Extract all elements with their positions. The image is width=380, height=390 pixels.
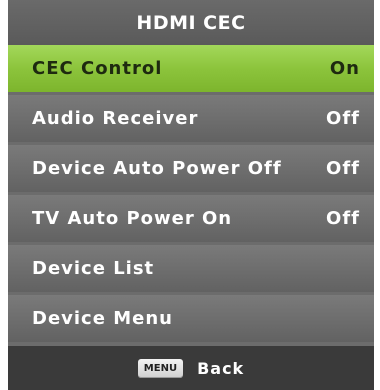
menu-item-label: Device Auto Power Off [32, 158, 282, 179]
menu-item-device-menu[interactable]: Device Menu [8, 295, 374, 342]
menu-item-value: Off [326, 158, 360, 179]
back-label: Back [197, 358, 245, 378]
menu-item-label: Device List [32, 258, 155, 279]
footer-bar: MENU Back [8, 346, 374, 390]
menu-item-value: Off [326, 208, 360, 229]
menu-item-value: On [329, 58, 360, 79]
menu-item-audio-receiver[interactable]: Audio Receiver Off [8, 95, 374, 142]
menu-item-cec-control[interactable]: CEC Control On [8, 45, 374, 92]
menu-item-value: Off [326, 108, 360, 129]
hdmi-cec-menu: HDMI CEC CEC Control On Audio Receiver O… [8, 0, 374, 390]
menu-item-tv-auto-power-on[interactable]: TV Auto Power On Off [8, 195, 374, 242]
menu-list: CEC Control On Audio Receiver Off Device… [8, 45, 374, 345]
menu-item-label: TV Auto Power On [32, 208, 233, 229]
menu-key-icon[interactable]: MENU [137, 358, 184, 378]
menu-item-label: CEC Control [32, 58, 163, 79]
page-title: HDMI CEC [8, 0, 374, 45]
menu-item-device-auto-power-off[interactable]: Device Auto Power Off Off [8, 145, 374, 192]
menu-item-label: Device Menu [32, 308, 173, 329]
menu-item-device-list[interactable]: Device List [8, 245, 374, 292]
menu-item-label: Audio Receiver [32, 108, 199, 129]
